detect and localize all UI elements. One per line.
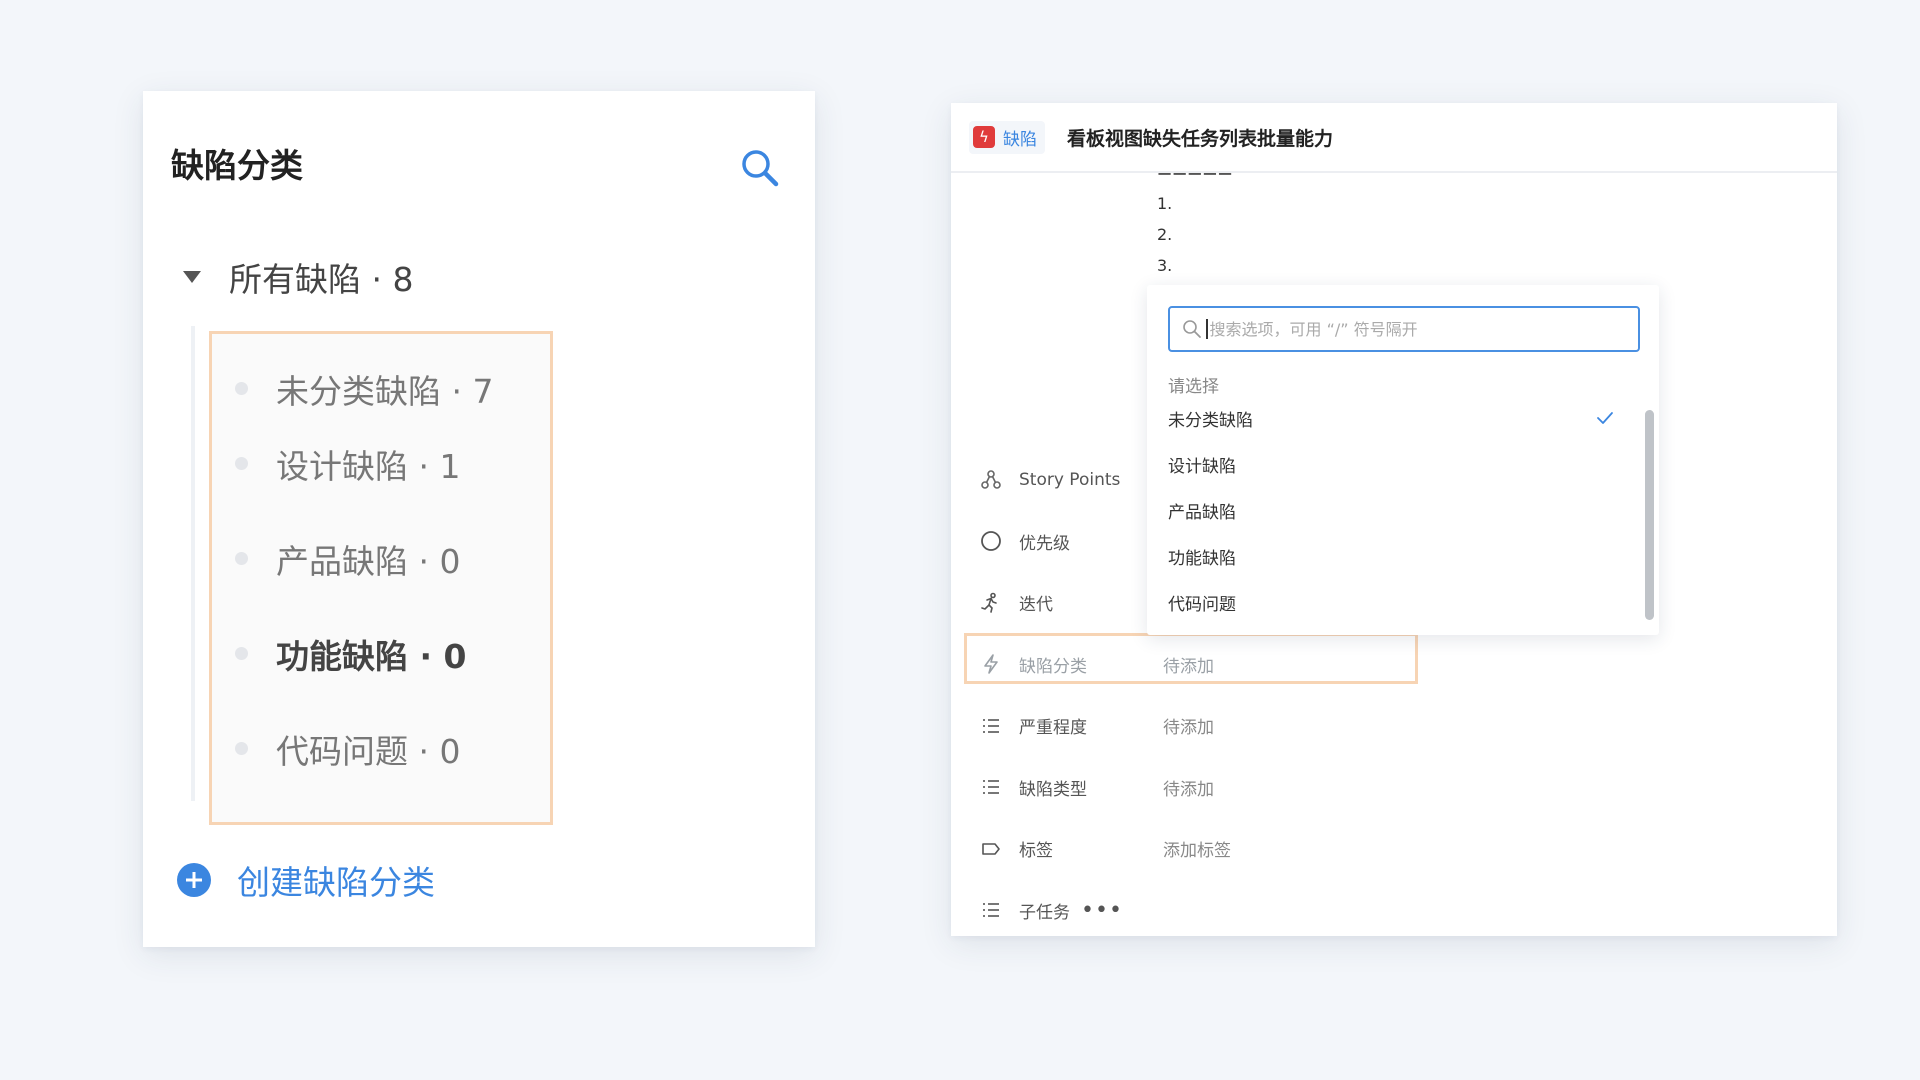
property-label: 迭代 [1019,595,1053,616]
property-label: 缺陷类型 [1019,779,1087,800]
bullet-dot-icon [235,742,248,755]
property-defect-type[interactable]: 缺陷类型 待添加 [951,757,1837,819]
task-header: ϟ 缺陷 看板视图缺失任务列表批量能力 [951,103,1837,173]
tag-icon [979,837,1003,861]
category-item[interactable]: 未分类缺陷 · 7 [209,361,553,416]
circle-priority-icon [979,529,1003,553]
option-label: 代码问题 [1168,594,1236,615]
category-item-label: 设计缺陷 · 1 [276,446,461,486]
dropdown-hint: 请选择 [1168,377,1219,397]
property-severity[interactable]: 严重程度 待添加 [951,695,1837,757]
category-item[interactable]: 代码问题 · 0 [209,701,553,796]
property-label: Story Points [1019,469,1121,490]
property-subtasks[interactable]: 子任务 ••• [951,880,1837,937]
category-item-label: 代码问题 · 0 [276,731,461,771]
list-item: 1. [1157,194,1173,213]
property-label: 优先级 [1019,533,1070,554]
dropdown-option[interactable]: 未分类缺陷 [1147,395,1637,441]
property-value[interactable]: 待添加 [1163,775,1214,800]
add-tag-link[interactable]: 添加标签 [1163,836,1231,861]
list-icon [979,775,1003,799]
numbered-list: 1. 2. 3. [1157,188,1172,281]
category-list: 未分类缺陷 · 7 设计缺陷 · 1 产品缺陷 · 0 功能缺陷 · 0 代码问… [209,331,553,796]
list-item: 3. [1157,256,1173,275]
task-type-label: 缺陷 [1003,129,1037,150]
property-tags[interactable]: 标签 添加标签 [951,818,1837,880]
category-item-label: 功能缺陷 · 0 [276,636,467,676]
category-dropdown: 请选择 未分类缺陷 设计缺陷 产品缺陷 功能缺陷 代码问题 [1147,285,1659,635]
option-label: 未分类缺陷 [1168,410,1253,431]
clipped-text: ▬▬▬▬▬ [1157,173,1237,183]
property-value[interactable]: 待添加 [1163,713,1214,738]
bullet-dot-icon [235,382,248,395]
dropdown-options: 未分类缺陷 设计缺陷 产品缺陷 功能缺陷 代码问题 [1147,395,1637,625]
task-type-badge[interactable]: ϟ 缺陷 [969,120,1045,154]
option-label: 设计缺陷 [1168,456,1236,477]
dropdown-option[interactable]: 功能缺陷 [1147,533,1637,579]
search-input[interactable] [1209,319,1630,339]
task-title[interactable]: 看板视图缺失任务列表批量能力 [1067,124,1333,151]
dropdown-option[interactable]: 设计缺陷 [1147,441,1637,487]
tree-guide-line [191,326,195,801]
lightning-icon: ϟ [973,126,995,148]
create-category-label: 创建缺陷分类 [237,863,435,902]
option-label: 功能缺陷 [1168,548,1236,569]
plus-circle-icon [177,863,211,897]
run-iteration-icon [979,591,1003,615]
tree-root-all-defects[interactable]: 所有缺陷 · 8 [183,253,413,301]
list-icon [979,714,1003,738]
panel-title: 缺陷分类 [171,146,303,185]
category-item[interactable]: 功能缺陷 · 0 [209,606,553,701]
dropdown-option[interactable]: 产品缺陷 [1147,487,1637,533]
text-cursor [1206,319,1208,339]
property-label: 严重程度 [1019,718,1087,739]
check-icon [1595,408,1615,428]
dropdown-option[interactable]: 代码问题 [1147,579,1637,625]
category-item-label: 未分类缺陷 · 7 [276,371,494,411]
bullet-dot-icon [235,552,248,565]
scrollbar[interactable] [1645,410,1654,620]
category-item-label: 产品缺陷 · 0 [276,541,461,581]
property-label: 标签 [1019,841,1053,862]
option-label: 产品缺陷 [1168,502,1236,523]
tree-root-label: 所有缺陷 · 8 [229,260,414,299]
category-item[interactable]: 设计缺陷 · 1 [209,416,553,511]
dropdown-search-box[interactable] [1168,306,1640,352]
more-options-icon[interactable]: ••• [1081,898,1123,923]
caret-down-icon[interactable] [183,271,201,283]
highlight-frame [964,633,1418,684]
list-item: 2. [1157,225,1173,244]
search-icon [1182,319,1202,339]
defect-category-panel: 缺陷分类 所有缺陷 · 8 未分类缺陷 · 7 设计缺陷 · 1 产品缺陷 · … [143,91,815,947]
search-icon[interactable] [738,146,784,192]
bullet-dot-icon [235,647,248,660]
bullet-dot-icon [235,457,248,470]
list-icon [979,898,1003,922]
category-item[interactable]: 产品缺陷 · 0 [209,511,553,606]
create-category-button[interactable]: 创建缺陷分类 [177,856,435,904]
story-points-icon [979,468,1003,492]
